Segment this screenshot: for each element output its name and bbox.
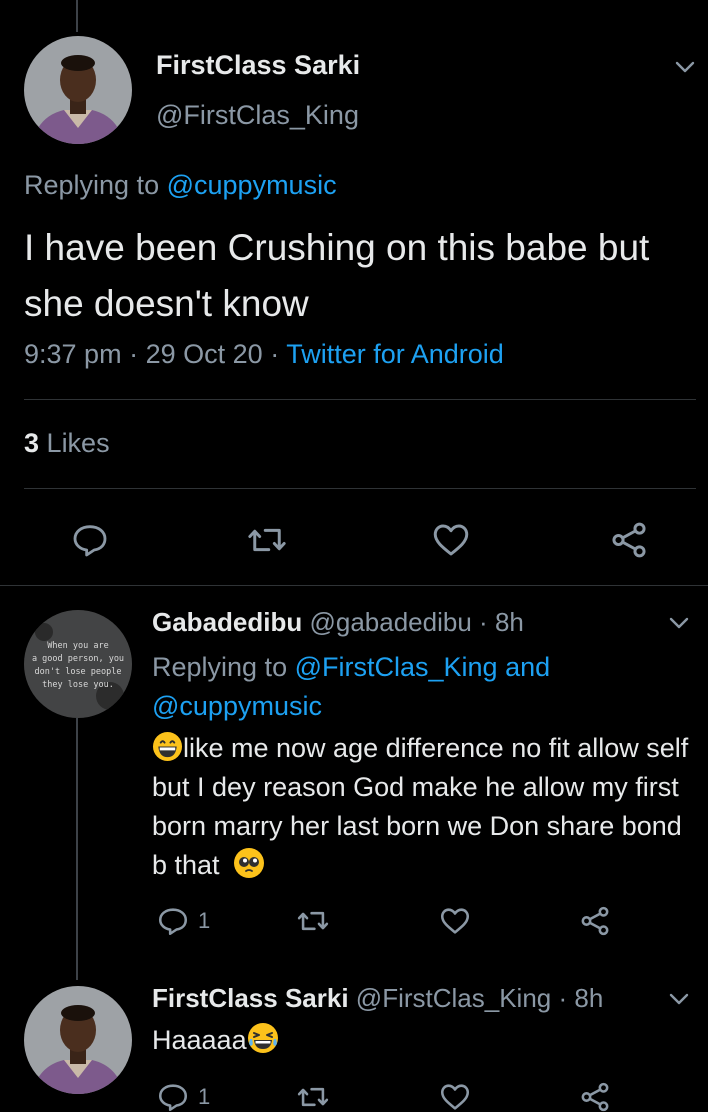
retweet-icon[interactable] <box>246 519 288 561</box>
replying-to: Replying to @FirstClas_King and @cuppymu… <box>152 652 551 721</box>
author-name[interactable]: FirstClass Sarki <box>152 983 349 1013</box>
avatar-quote-line: When you are <box>47 641 108 651</box>
author-handle[interactable]: @FirstClas_King <box>156 100 359 131</box>
avatar-quote-line: don't lose people <box>35 667 122 677</box>
pleading-emoji-icon <box>234 848 265 878</box>
reply-button[interactable]: 1 <box>156 1080 210 1112</box>
tweet-text: I have been Crushing on this babe but sh… <box>24 227 650 324</box>
retweet-icon[interactable] <box>296 1080 330 1112</box>
reply-time: 8h <box>494 607 524 637</box>
chevron-down-icon[interactable] <box>666 986 692 1012</box>
avatar-quote-line: they lose you. <box>42 680 114 690</box>
divider <box>24 488 696 489</box>
reply-header: FirstClass Sarki @FirstClas_King · 8h <box>152 983 604 1013</box>
thread-connector <box>76 0 78 32</box>
chevron-down-icon[interactable] <box>666 610 692 636</box>
avatar-quote-line: a good person, you <box>32 654 124 664</box>
reply-count: 1 <box>198 908 211 933</box>
divider <box>24 399 696 400</box>
reply-avatar[interactable] <box>24 986 132 1094</box>
thread-connector <box>76 718 78 980</box>
author-name[interactable]: FirstClass Sarki <box>156 50 360 81</box>
author-handle[interactable]: @gabadedibu <box>309 607 471 637</box>
author-handle[interactable]: @FirstClas_King <box>356 983 551 1013</box>
retweet-icon[interactable] <box>296 904 330 938</box>
share-icon[interactable] <box>608 519 650 561</box>
mention-link[interactable]: @cuppymusic <box>152 691 322 721</box>
reply-icon[interactable] <box>156 1080 190 1112</box>
grinning-emoji-icon <box>152 731 183 762</box>
reply-time: 8h <box>574 983 604 1013</box>
tweet-time: 9:37 pm <box>24 339 122 369</box>
mention-link[interactable]: @FirstClas_King <box>295 652 498 682</box>
reply-text: Haaaaa <box>152 1025 247 1055</box>
tweet-date: 29 Oct 20 <box>145 339 263 369</box>
divider <box>0 585 708 586</box>
reply-text-container: like me now age difference no fit allow … <box>152 729 692 885</box>
tweet-meta: 9:37 pm · 29 Oct 20 · Twitter for Androi… <box>24 339 504 369</box>
mention-link[interactable]: @cuppymusic <box>167 170 337 200</box>
tweet-source[interactable]: Twitter for Android <box>286 339 504 369</box>
reply-count: 1 <box>198 1084 211 1109</box>
like-icon[interactable] <box>438 1080 472 1112</box>
author-name[interactable]: Gabadedibu <box>152 607 302 637</box>
likes-count[interactable]: 3 Likes <box>24 428 110 459</box>
reply-header: Gabadedibu @gabadedibu · 8h <box>152 607 524 637</box>
like-icon[interactable] <box>438 904 472 938</box>
reply-icon[interactable] <box>156 904 190 938</box>
reply-icon[interactable] <box>70 520 110 560</box>
reply-button[interactable]: 1 <box>156 904 210 938</box>
laughing-emoji-icon <box>247 1023 278 1053</box>
reply-text-container: Haaaaa <box>152 1021 692 1060</box>
main-avatar[interactable] <box>24 36 132 144</box>
share-icon[interactable] <box>578 1080 612 1112</box>
tweet-thread: FirstClass Sarki @FirstClas_King Replyin… <box>0 0 708 1112</box>
like-icon[interactable] <box>430 519 472 561</box>
reply-avatar[interactable]: When you are a good person, you don't lo… <box>24 610 132 718</box>
chevron-down-icon[interactable] <box>672 54 698 80</box>
replying-to: Replying to @cuppymusic <box>24 170 337 200</box>
share-icon[interactable] <box>578 904 612 938</box>
